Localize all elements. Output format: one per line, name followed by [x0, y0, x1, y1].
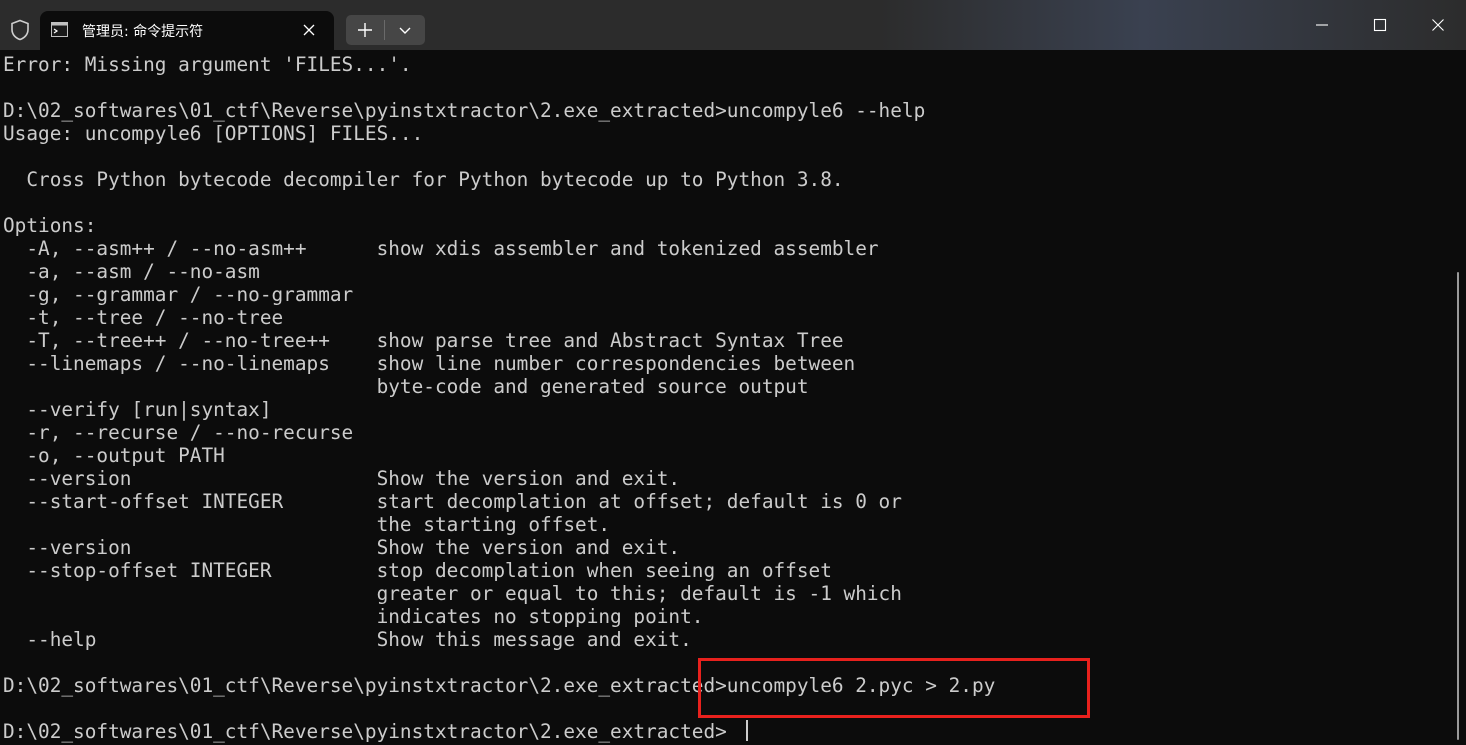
tab-command-prompt[interactable]: 管理员: 命令提示符 — [40, 11, 334, 50]
terminal-line: --version Show the version and exit. — [3, 467, 681, 490]
terminal-line: -A, --asm++ / --no-asm++ show xdis assem… — [3, 237, 879, 260]
terminal-line: greater or equal to this; default is -1 … — [3, 582, 902, 605]
terminal-line: indicates no stopping point. — [3, 605, 704, 628]
terminal-icon — [51, 22, 68, 37]
title-bar: 管理员: 命令提示符 — [0, 0, 1466, 50]
terminal-line: D:\02_softwares\01_ctf\Reverse\pyinstxtr… — [3, 720, 727, 743]
terminal-line: the starting offset. — [3, 513, 611, 536]
highlight-annotation — [698, 658, 1090, 718]
terminal-line: Usage: uncompyle6 [OPTIONS] FILES... — [3, 122, 424, 145]
terminal-line: --verify [run|syntax] — [3, 398, 272, 421]
maximize-button[interactable] — [1351, 0, 1409, 50]
terminal-line: -r, --recurse / --no-recurse — [3, 421, 354, 444]
terminal-line: -T, --tree++ / --no-tree++ show parse tr… — [3, 329, 844, 352]
close-window-button[interactable] — [1409, 0, 1466, 50]
minimize-button[interactable] — [1293, 0, 1351, 50]
chevron-down-icon — [399, 27, 411, 34]
terminal-line: --start-offset INTEGER start decomplatio… — [3, 490, 902, 513]
terminal-line: --help Show this message and exit. — [3, 628, 692, 651]
terminal-line: Options: — [3, 214, 97, 237]
terminal-line: Error: Missing argument 'FILES...'. — [3, 53, 412, 76]
terminal-line: D:\02_softwares\01_ctf\Reverse\pyinstxtr… — [3, 99, 926, 122]
terminal-output[interactable]: Error: Missing argument 'FILES...'. D:\0… — [0, 50, 1452, 745]
terminal-line: Cross Python bytecode decompiler for Pyt… — [3, 168, 844, 191]
terminal-line: --version Show the version and exit. — [3, 536, 681, 559]
terminal-line: --stop-offset INTEGER stop decomplation … — [3, 559, 832, 582]
terminal-line: -g, --grammar / --no-grammar — [3, 283, 354, 306]
terminal-line: --linemaps / --no-linemaps show line num… — [3, 352, 856, 375]
text-cursor — [746, 720, 748, 741]
terminal-line: -o, --output PATH — [3, 444, 225, 467]
tab-title: 管理员: 命令提示符 — [82, 24, 204, 40]
minimize-icon — [1316, 24, 1328, 26]
plus-icon — [358, 23, 372, 37]
shield-icon — [11, 19, 29, 41]
scrollbar[interactable] — [1452, 50, 1466, 745]
scrollbar-thumb[interactable] — [1457, 272, 1459, 740]
close-tab-button[interactable] — [300, 21, 318, 39]
maximize-icon — [1373, 18, 1387, 32]
terminal-line: byte-code and generated source output — [3, 375, 809, 398]
new-tab-button[interactable] — [346, 15, 384, 45]
close-icon — [1432, 19, 1444, 31]
terminal-window: 管理员: 命令提示符 Error: Missing argument 'FILE… — [0, 0, 1466, 745]
tab-dropdown-button[interactable] — [385, 15, 425, 45]
close-icon — [303, 24, 315, 36]
new-tab-group — [346, 15, 425, 45]
terminal-line: -a, --asm / --no-asm — [3, 260, 260, 283]
terminal-line: -t, --tree / --no-tree — [3, 306, 284, 329]
